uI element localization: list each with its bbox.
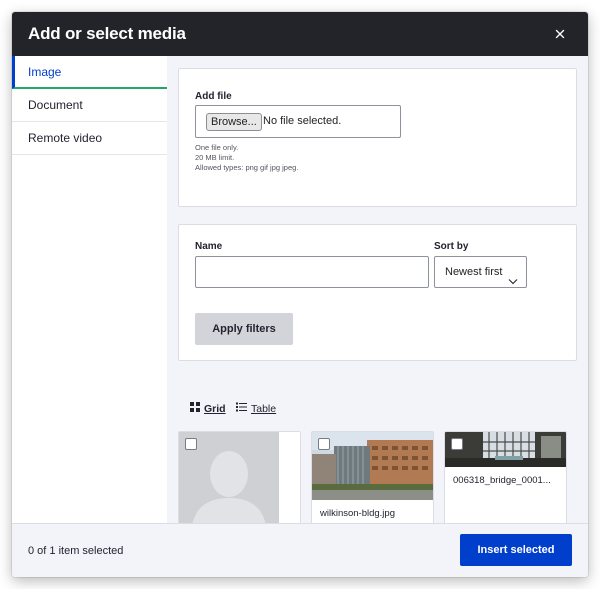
sort-by-select[interactable]: Newest first: [434, 256, 527, 288]
media-item-card[interactable]: wilkinson-bldg.jpg: [311, 431, 434, 523]
media-item-filename: 006318_bridge_0001...: [453, 475, 551, 486]
bridge-photo: [445, 432, 566, 472]
media-item-card[interactable]: 006318_bridge_0001...: [444, 431, 567, 523]
no-file-text: No file selected.: [263, 115, 342, 127]
media-library-content: Add file Browse... No file selected. One…: [167, 56, 588, 523]
list-icon: [236, 402, 247, 415]
table-view-label: Table: [251, 402, 277, 415]
media-item-filename: wilkinson-bldg.jpg: [320, 508, 395, 519]
media-type-tabs: Image Document Remote video: [12, 56, 167, 523]
add-file-label: Add file: [195, 91, 232, 102]
tab-image[interactable]: Image: [12, 56, 167, 89]
file-input[interactable]: Browse... No file selected.: [195, 105, 401, 138]
media-item-checkbox[interactable]: [318, 438, 330, 450]
grid-view-label: Grid: [204, 402, 226, 415]
grid-view-link[interactable]: Grid: [190, 402, 226, 415]
sort-by-value: Newest first: [445, 266, 503, 278]
name-filter-label: Name: [195, 241, 223, 252]
grid-icon: [190, 402, 200, 415]
upload-help-2: 20 MB limit.: [195, 153, 235, 162]
tab-document[interactable]: Document: [12, 89, 167, 122]
table-view-link[interactable]: Table: [236, 402, 276, 415]
media-dialog: Add or select media Image Document Remot…: [12, 12, 588, 577]
name-filter-input[interactable]: [195, 256, 429, 288]
media-item-checkbox[interactable]: [451, 438, 463, 450]
sort-by-label: Sort by: [434, 241, 469, 252]
close-icon[interactable]: [550, 24, 570, 44]
dialog-title: Add or select media: [28, 24, 186, 43]
building-photo: [312, 432, 433, 505]
selection-count: 0 of 1 item selected: [28, 545, 124, 557]
media-item-card[interactable]: [178, 431, 301, 523]
filters-card: Name Sort by Newest first Apply filters: [178, 224, 577, 361]
insert-selected-button[interactable]: Insert selected: [460, 534, 572, 566]
upload-help-3: Allowed types: png gif jpg jpeg.: [195, 163, 299, 172]
chevron-down-icon: [508, 268, 518, 298]
tab-remote-video[interactable]: Remote video: [12, 122, 167, 155]
dialog-footer: 0 of 1 item selected Insert selected: [12, 523, 588, 577]
dialog-titlebar: Add or select media: [12, 12, 588, 56]
browse-button[interactable]: Browse...: [206, 113, 262, 131]
media-item-checkbox[interactable]: [185, 438, 197, 450]
upload-card: Add file Browse... No file selected. One…: [178, 68, 577, 207]
upload-help-1: One file only.: [195, 143, 239, 152]
apply-filters-button[interactable]: Apply filters: [195, 313, 293, 345]
